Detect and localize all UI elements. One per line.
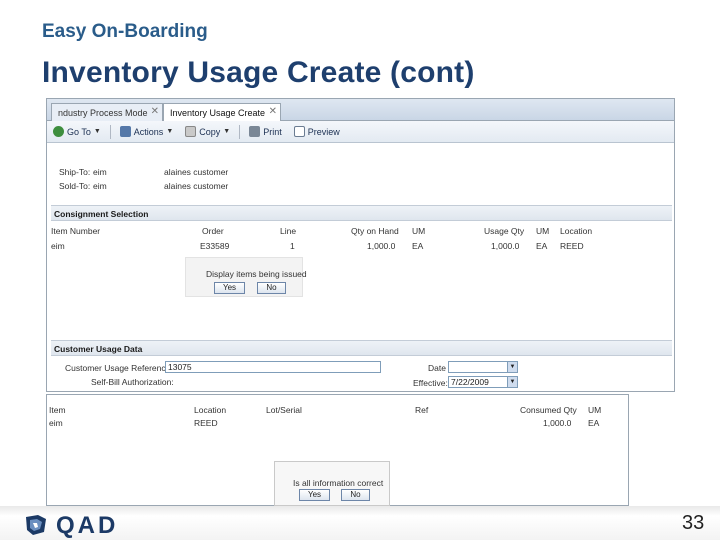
sold-to-code: eim	[93, 181, 107, 191]
yes-button[interactable]: Yes	[214, 282, 245, 294]
preview-label: Preview	[307, 126, 340, 137]
cell-um[interactable]: EA	[588, 418, 599, 428]
confirm-dialog: Is all information correct Yes No	[274, 461, 390, 506]
col-header-item: Item	[49, 405, 66, 415]
slide-title: Inventory Usage Create (cont)	[42, 56, 475, 89]
chevron-down-icon[interactable]: ▼	[507, 362, 517, 372]
cell-um[interactable]: EA	[412, 241, 423, 251]
confirm-question: Is all information correct	[293, 478, 384, 488]
tab-label: ndustry Process Mode	[58, 108, 148, 118]
col-header-ref: Ref	[415, 405, 429, 415]
actions-icon	[119, 126, 131, 137]
qad-logo-icon	[26, 515, 46, 535]
chevron-down-icon: ▼	[223, 128, 231, 135]
cell-location[interactable]: REED	[194, 418, 218, 428]
sold-to-label: Sold-To:	[59, 181, 91, 191]
col-header-um: UM	[588, 405, 602, 415]
close-icon[interactable]: ✕	[151, 106, 159, 117]
chevron-down-icon[interactable]: ▼	[507, 377, 517, 387]
ship-to-label: Ship-To:	[59, 167, 91, 177]
col-header-order: Order	[202, 226, 224, 236]
date-label: Date	[428, 363, 446, 373]
col-header-um: UM	[412, 226, 426, 236]
usage-reference-input[interactable]: 13075	[165, 361, 381, 373]
copy-label: Copy	[199, 126, 221, 137]
preview-icon	[293, 126, 305, 137]
actions-label: Actions	[133, 126, 164, 137]
slide-kicker: Easy On-Boarding	[42, 21, 208, 42]
goto-label: Go To	[67, 126, 91, 137]
col-header-location: Location	[194, 405, 227, 415]
actions-button[interactable]: Actions ▼	[117, 125, 176, 138]
cell-order[interactable]: E33589	[200, 241, 229, 251]
customer-usage-section-header: Customer Usage Data	[51, 340, 672, 356]
cell-item-number[interactable]: eim	[51, 241, 65, 251]
ship-to-name: alaines customer	[164, 167, 229, 177]
toolbar-divider	[239, 124, 241, 139]
page-number: 33	[682, 512, 705, 534]
tab-inventory-usage-create[interactable]: Inventory Usage Create ✕	[163, 103, 281, 121]
col-header-item-number: Item Number	[51, 226, 101, 236]
close-icon[interactable]: ✕	[269, 106, 277, 117]
effective-date-value: 7/22/2009	[451, 377, 489, 387]
chevron-down-icon: ▼	[93, 128, 101, 135]
goto-button[interactable]: Go To ▼	[50, 125, 104, 138]
cell-um[interactable]: EA	[536, 241, 547, 251]
usage-reference-label: Customer Usage Reference:	[65, 363, 173, 373]
tab-industry-process[interactable]: ndustry Process Mode ✕	[51, 103, 163, 121]
cell-usage-qty[interactable]: 1,000.0	[491, 241, 519, 251]
confirm-yes-button[interactable]: Yes	[299, 489, 330, 501]
col-header-usage-qty: Usage Qty	[484, 226, 525, 236]
col-header-consumed-qty: Consumed Qty	[520, 405, 577, 415]
goto-icon	[53, 126, 64, 137]
print-button[interactable]: Print	[246, 125, 285, 138]
app-window: ndustry Process Mode ✕ Inventory Usage C…	[46, 98, 675, 392]
copy-icon	[185, 126, 197, 137]
ship-to-code: eim	[93, 167, 107, 177]
cell-consumed-qty[interactable]: 1,000.0	[543, 418, 571, 428]
copy-button[interactable]: Copy ▼	[182, 125, 233, 138]
confirm-no-button[interactable]: No	[341, 489, 370, 501]
effective-date-select[interactable]: 7/22/2009 ▼	[448, 376, 518, 388]
col-header-um: UM	[536, 226, 550, 236]
tab-bar: ndustry Process Mode ✕ Inventory Usage C…	[47, 99, 674, 121]
col-header-line: Line	[280, 226, 297, 236]
col-header-lot-serial: Lot/Serial	[266, 405, 302, 415]
dialog-question: Display items being issued	[206, 269, 307, 279]
cell-location[interactable]: REED	[560, 241, 584, 251]
date-select[interactable]: ▼	[448, 361, 518, 373]
col-header-location: Location	[560, 226, 593, 236]
chevron-down-icon: ▼	[166, 128, 174, 135]
toolbar: Go To ▼ Actions ▼ Copy ▼ Print Preview	[47, 121, 674, 143]
tab-label: Inventory Usage Create	[170, 108, 266, 118]
toolbar-divider	[109, 124, 111, 139]
no-button[interactable]: No	[257, 282, 286, 294]
cell-item[interactable]: eim	[49, 418, 63, 428]
self-bill-label: Self-Bill Authorization:	[91, 377, 174, 387]
preview-button[interactable]: Preview	[291, 125, 343, 138]
print-label: Print	[263, 126, 282, 137]
qad-logo-text: QAD	[56, 512, 119, 539]
effective-label: Effective:	[413, 378, 448, 388]
sold-to-name: alaines customer	[164, 181, 229, 191]
cell-line[interactable]: 1	[290, 241, 295, 251]
consignment-section-header: Consignment Selection	[51, 205, 672, 221]
col-header-qty-on-hand: Qty on Hand	[351, 226, 399, 236]
printer-icon	[249, 126, 261, 137]
cell-qty-on-hand[interactable]: 1,000.0	[367, 241, 395, 251]
